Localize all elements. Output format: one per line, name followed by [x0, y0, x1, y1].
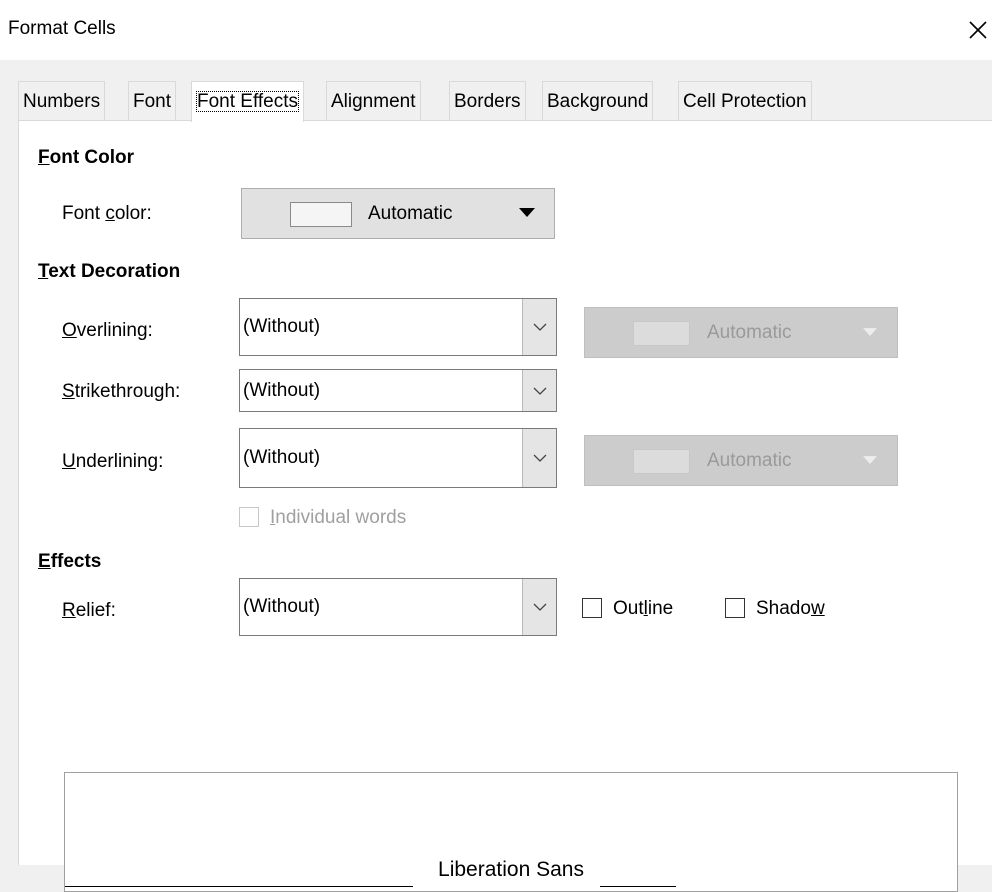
relief-select[interactable]: (Without)	[239, 578, 557, 636]
overlining-dropdown-button[interactable]	[522, 299, 556, 355]
outline-checkbox[interactable]	[582, 598, 602, 618]
chevron-down-icon	[533, 454, 546, 462]
tab-bar: Numbers Font Font Effects Alignment Bord…	[18, 81, 992, 122]
tab-font[interactable]: Font	[128, 81, 177, 120]
underlining-color-value: Automatic	[707, 450, 792, 471]
font-color-value: Automatic	[368, 203, 453, 224]
strikethrough-value: (Without)	[243, 379, 321, 401]
text-decoration-heading: Text Decoration	[38, 261, 181, 282]
font-color-button[interactable]: Automatic	[241, 188, 555, 239]
font-color-label: Font color:	[62, 203, 152, 224]
relief-label: Relief:	[62, 600, 116, 621]
tab-background[interactable]: Background	[542, 81, 654, 120]
effects-heading: Effects	[38, 551, 102, 572]
strikethrough-label: Strikethrough:	[62, 381, 181, 402]
strikethrough-select[interactable]: (Without)	[239, 369, 557, 412]
dropdown-arrow-icon	[519, 208, 535, 217]
tab-font-label: Font	[133, 91, 172, 112]
underlining-dropdown-button[interactable]	[522, 429, 556, 487]
shadow-label: Shadow	[756, 598, 825, 619]
chevron-down-icon	[533, 387, 546, 395]
preview-text: Liberation Sans	[438, 858, 584, 881]
tab-font-effects[interactable]: Font Effects	[191, 81, 305, 122]
preview-baseline-left	[65, 886, 413, 887]
shadow-checkbox[interactable]	[725, 598, 745, 618]
tab-alignment[interactable]: Alignment	[326, 81, 421, 120]
dropdown-arrow-icon	[863, 328, 877, 336]
title-bar: Format Cells	[0, 0, 992, 60]
chevron-down-icon	[533, 323, 546, 331]
tab-numbers-label: Numbers	[23, 91, 101, 112]
tab-borders[interactable]: Borders	[449, 81, 526, 120]
chevron-down-icon	[533, 603, 546, 611]
tab-cell-protection-label: Cell Protection	[683, 91, 807, 112]
preview-baseline-right	[600, 886, 676, 887]
overlining-select[interactable]: (Without)	[239, 298, 557, 356]
strikethrough-dropdown-button[interactable]	[522, 370, 556, 411]
font-color-swatch	[290, 202, 352, 227]
tab-alignment-label: Alignment	[331, 91, 416, 112]
individual-words-label: Individual words	[270, 507, 407, 528]
overlining-value: (Without)	[243, 316, 321, 337]
underlining-color-swatch	[633, 449, 690, 474]
font-color-heading: Font Color	[38, 147, 135, 168]
overlining-color-swatch	[633, 321, 690, 346]
underlining-label: Underlining:	[62, 451, 164, 472]
underlining-value: (Without)	[243, 447, 321, 468]
close-button[interactable]	[958, 10, 992, 50]
font-preview: Liberation Sans	[64, 772, 958, 892]
tab-background-label: Background	[547, 91, 649, 112]
font-effects-panel: Font Color Font color: Automatic Text De…	[18, 120, 992, 892]
overlining-color-value: Automatic	[707, 322, 792, 343]
tab-font-effects-label: Font Effects	[196, 91, 300, 112]
overlining-color-button[interactable]: Automatic	[584, 307, 898, 358]
overlining-label: Overlining:	[62, 320, 153, 341]
tab-borders-label: Borders	[454, 91, 521, 112]
relief-value: (Without)	[243, 596, 321, 617]
dialog-title: Format Cells	[8, 18, 116, 39]
underlining-select[interactable]: (Without)	[239, 428, 557, 488]
individual-words-checkbox[interactable]	[239, 507, 259, 527]
tab-cell-protection[interactable]: Cell Protection	[678, 81, 812, 120]
outline-label: Outline	[613, 598, 674, 619]
relief-dropdown-button[interactable]	[522, 579, 556, 635]
underlining-color-button[interactable]: Automatic	[584, 435, 898, 486]
dropdown-arrow-icon	[863, 456, 877, 464]
close-icon	[969, 21, 987, 39]
tab-numbers[interactable]: Numbers	[18, 81, 106, 120]
